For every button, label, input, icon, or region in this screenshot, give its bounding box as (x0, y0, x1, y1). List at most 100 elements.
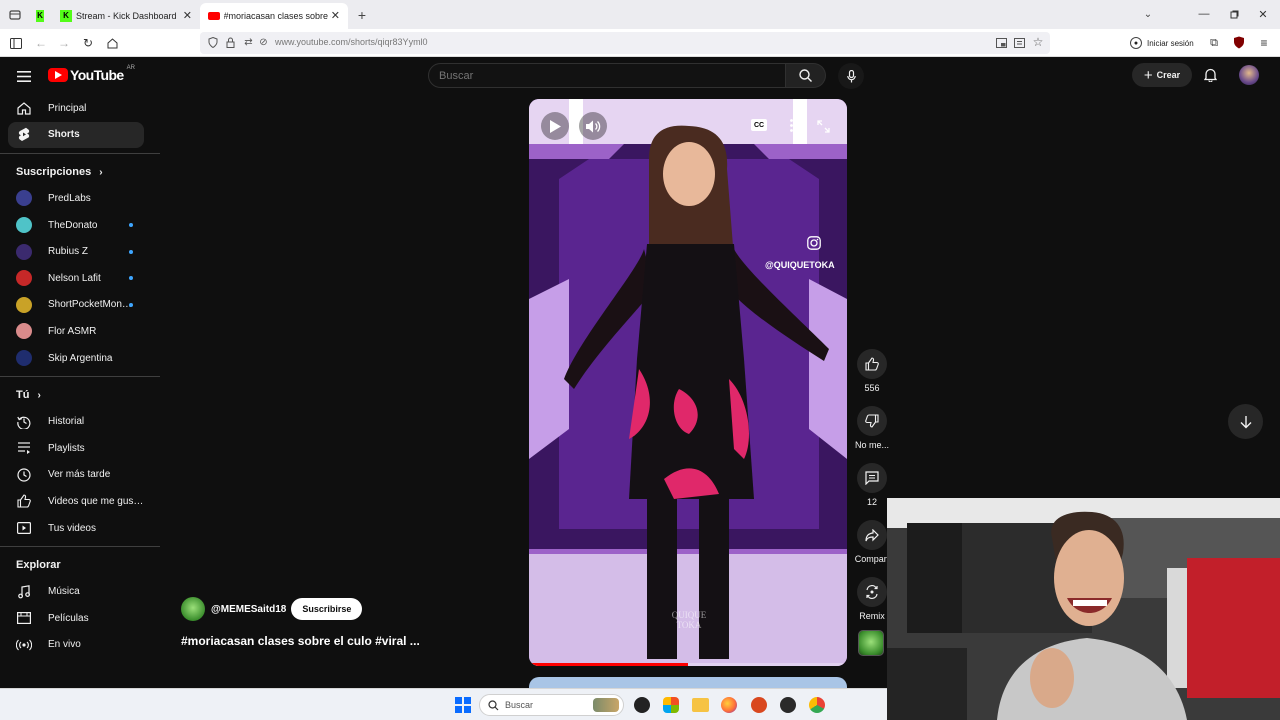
share-button[interactable] (857, 520, 887, 550)
permissions-icon[interactable]: ⇄ (243, 36, 254, 48)
address-bar[interactable]: ⇄ ⊘ www.youtube.com/shorts/qiqr83Yyml0 ☆ (200, 32, 1050, 54)
remix-button[interactable] (857, 577, 887, 607)
search-button[interactable] (786, 63, 826, 88)
sidebar-item-label: Música (48, 586, 80, 598)
sound-thumbnail[interactable] (858, 630, 884, 656)
home-button-icon[interactable] (105, 36, 119, 50)
menu-hamburger-icon[interactable]: ≡ (1257, 36, 1271, 50)
tab-kick-dashboard[interactable]: K Stream - Kick Dashboard ✕ (52, 3, 200, 29)
file-explorer-icon[interactable] (692, 698, 709, 712)
next-short-button[interactable] (1228, 404, 1263, 439)
browser-navbar: ← → ↻ ⇄ ⊘ www.youtube.com/shorts/qiqr83Y… (0, 29, 1280, 57)
progress-track[interactable] (529, 663, 847, 666)
voice-search-button[interactable] (838, 63, 864, 89)
sidebar-item-label: PredLabs (48, 192, 91, 204)
tab-overflow-chevron-icon[interactable]: ⌄ (1140, 6, 1156, 22)
dislike-action[interactable]: No me... (850, 402, 894, 450)
minimize-icon[interactable]: — (1196, 6, 1212, 22)
sidebar-item-videos-que-me-gustan[interactable]: Videos que me gus… (0, 488, 160, 515)
short-video-player[interactable]: CC @QUIQUETOKA QUIQUE TOKA (529, 99, 847, 666)
bookmark-star-icon[interactable]: ☆ (1032, 35, 1044, 49)
close-window-icon[interactable]: ✕ (1255, 6, 1271, 22)
search-input[interactable] (428, 63, 786, 88)
sidebar-item-label: ShortPocketMon… (48, 299, 132, 311)
dislike-button[interactable] (857, 406, 887, 436)
recording-app-icon[interactable] (751, 697, 767, 713)
subscribe-button[interactable]: Suscribirse (291, 598, 363, 620)
reader-view-icon[interactable] (1013, 37, 1025, 49)
short-title[interactable]: #moriacasan clases sobre el culo #viral … (181, 634, 420, 648)
ublock-shield-icon[interactable] (1232, 35, 1246, 49)
maximize-icon[interactable] (1226, 6, 1242, 22)
play-icon (549, 119, 561, 133)
like-button[interactable] (857, 349, 887, 379)
sidebar-item-subscription[interactable]: Rubius Z (0, 238, 160, 265)
play-button[interactable] (541, 112, 569, 140)
sidebar-item-subscription[interactable]: Nelson Lafit (0, 265, 160, 292)
back-icon[interactable]: ← (34, 36, 48, 50)
thumb-up-icon (865, 357, 879, 371)
picture-in-picture-icon[interactable] (995, 37, 1007, 49)
tab-title: Stream - Kick Dashboard (76, 10, 177, 21)
sidebar-item-ver-mas-tarde[interactable]: Ver más tarde (0, 462, 160, 489)
fullscreen-icon[interactable] (816, 119, 830, 133)
new-tab-icon[interactable]: + (352, 5, 372, 25)
next-short-preview[interactable] (529, 677, 847, 688)
url-text[interactable]: www.youtube.com/shorts/qiqr83Yyml0 (275, 37, 428, 47)
extensions-icon[interactable]: ⧉ (1207, 36, 1221, 50)
taskbar-search[interactable]: Buscar (479, 694, 624, 716)
reload-icon[interactable]: ↻ (81, 36, 95, 50)
sidebar-item-subscription[interactable]: Skip Argentina (0, 345, 160, 372)
close-tab-icon[interactable]: ✕ (183, 9, 192, 22)
lock-icon[interactable] (225, 37, 236, 48)
sidebar-item-principal[interactable]: Principal (0, 95, 160, 122)
explore-heading: Explorar (0, 552, 160, 578)
shield-icon[interactable] (207, 37, 218, 48)
youtube-logo[interactable]: YouTube AR (48, 65, 135, 83)
sidebar-item-subscription[interactable]: TheDonato (0, 212, 160, 239)
notifications-bell-icon[interactable] (1202, 67, 1218, 83)
sidebar-item-peliculas[interactable]: Películas (0, 605, 160, 632)
sidebar-item-subscription[interactable]: Flor ASMR (0, 318, 160, 345)
forward-icon[interactable]: → (57, 36, 71, 50)
guide-menu-icon[interactable] (16, 68, 32, 84)
chrome-app-icon[interactable] (809, 697, 825, 713)
obs-app-icon[interactable] (780, 697, 796, 713)
sidebar-item-en-vivo[interactable]: En vivo (0, 632, 160, 659)
tracking-icon[interactable]: ⊘ (258, 36, 269, 48)
store-app-icon[interactable] (663, 697, 679, 713)
tab-list-icon[interactable] (2, 2, 28, 28)
subscriptions-list: PredLabs TheDonato Rubius Z Nelson Lafit Sho… (0, 185, 160, 371)
explore-title: Explorar (16, 559, 61, 572)
sidebar-item-subscription[interactable]: ShortPocketMon… (0, 292, 160, 319)
firefox-app-icon[interactable] (721, 697, 737, 713)
create-button[interactable]: + Crear (1132, 63, 1192, 87)
new-content-dot (129, 223, 133, 228)
sidebar-item-playlists[interactable]: Playlists (0, 435, 160, 462)
channel-avatar (16, 190, 32, 207)
windows-start-icon[interactable] (455, 697, 471, 713)
sidebar-toggle-icon[interactable] (10, 37, 22, 49)
tab-youtube-short[interactable]: #moriacasan clases sobre el cul ✕ (200, 2, 348, 29)
search-highlight-icon (593, 698, 619, 712)
sidebar-item-musica[interactable]: Música (0, 578, 160, 605)
signin-button[interactable]: ● Iniciar sesión (1130, 34, 1194, 52)
volume-button[interactable] (579, 112, 607, 140)
you-heading[interactable]: Tú › (0, 382, 160, 408)
share-label: Compart (854, 554, 890, 564)
sidebar-item-shorts[interactable]: Shorts (8, 121, 144, 149)
tab-kick-icon-only[interactable]: K (28, 3, 52, 29)
sidebar-item-historial[interactable]: Historial (0, 408, 160, 435)
channel-name[interactable]: @MEMESaitd18 (211, 604, 286, 615)
subscriptions-heading[interactable]: Suscripciones › (0, 159, 160, 185)
comments-button[interactable] (857, 463, 887, 493)
close-tab-icon[interactable]: ✕ (331, 9, 340, 22)
captions-button[interactable]: CC (751, 119, 767, 131)
sidebar-item-tus-videos[interactable]: Tus videos (0, 515, 160, 542)
channel-avatar[interactable] (181, 597, 205, 621)
copilot-app-icon[interactable] (634, 697, 650, 713)
sidebar-item-subscription[interactable]: PredLabs (0, 185, 160, 212)
more-vert-icon[interactable] (786, 117, 796, 133)
user-avatar[interactable] (1239, 65, 1259, 85)
like-action[interactable]: 556 (850, 345, 894, 393)
